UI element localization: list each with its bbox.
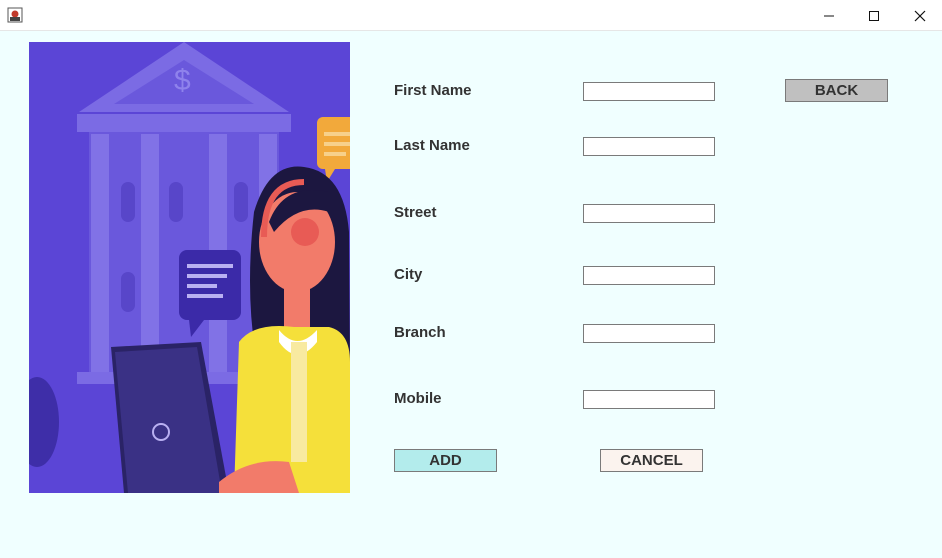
add-button[interactable]: ADD bbox=[394, 449, 497, 472]
java-app-icon bbox=[7, 7, 23, 23]
branch-label: Branch bbox=[394, 324, 446, 341]
last-name-label: Last Name bbox=[394, 137, 470, 154]
city-input[interactable] bbox=[583, 266, 715, 285]
street-input[interactable] bbox=[583, 204, 715, 223]
last-name-input[interactable] bbox=[583, 137, 715, 156]
cancel-button[interactable]: CANCEL bbox=[600, 449, 703, 472]
branch-input[interactable] bbox=[583, 324, 715, 343]
mobile-label: Mobile bbox=[394, 390, 442, 407]
title-bar bbox=[0, 0, 942, 31]
first-name-input[interactable] bbox=[583, 82, 715, 101]
back-button[interactable]: BACK bbox=[785, 79, 888, 102]
minimize-icon[interactable] bbox=[806, 0, 852, 31]
maximize-icon[interactable] bbox=[851, 0, 897, 31]
first-name-label: First Name bbox=[394, 82, 472, 99]
form-panel: $ First Name Last Name Street City Branc… bbox=[0, 31, 942, 558]
city-label: City bbox=[394, 266, 423, 283]
mobile-input[interactable] bbox=[583, 390, 715, 409]
customer-service-illustration: $ bbox=[29, 42, 350, 493]
close-icon[interactable] bbox=[897, 0, 942, 31]
svg-text:$: $ bbox=[174, 64, 191, 97]
street-label: Street bbox=[394, 204, 437, 221]
